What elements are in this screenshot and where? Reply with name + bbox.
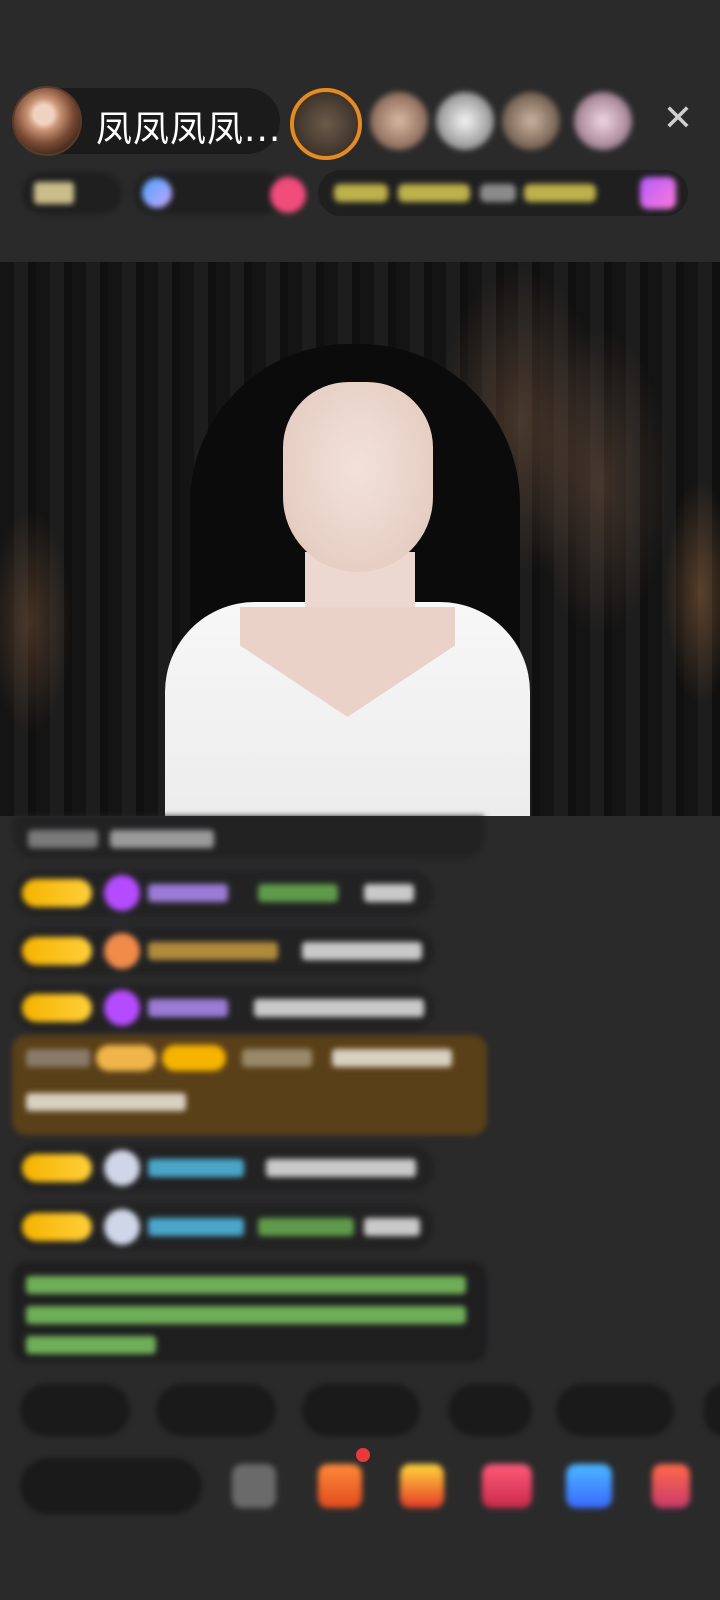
top-viewer-avatar[interactable] — [502, 92, 560, 150]
streamer-face — [283, 382, 433, 572]
ranking-icon — [34, 182, 74, 204]
host-avatar[interactable] — [12, 86, 82, 156]
game-icon[interactable] — [566, 1464, 612, 1508]
quick-reply-button[interactable] — [156, 1384, 276, 1436]
lottery-icon[interactable] — [482, 1464, 532, 1508]
chat-message[interactable] — [14, 816, 484, 858]
system-notice — [12, 1262, 487, 1362]
highlight-message[interactable] — [12, 1035, 487, 1135]
top-viewer-avatar[interactable] — [436, 92, 494, 150]
activity-text — [524, 184, 596, 202]
gift-icon[interactable] — [400, 1464, 444, 1508]
emoji-icon[interactable] — [232, 1464, 276, 1508]
activity-text — [398, 184, 470, 202]
chat-message[interactable] — [14, 928, 434, 974]
popularity-icon — [142, 178, 172, 208]
chat-message[interactable] — [14, 870, 434, 916]
live-video[interactable] — [0, 262, 720, 816]
quick-reply-button[interactable] — [20, 1384, 130, 1436]
chat-message[interactable] — [14, 985, 434, 1031]
top-viewer-avatar[interactable] — [290, 88, 362, 160]
chat-input[interactable] — [20, 1458, 202, 1514]
notification-dot — [356, 1448, 370, 1462]
chat-message[interactable] — [14, 1204, 434, 1250]
host-name[interactable]: 凤凤凤凤... — [96, 100, 281, 152]
quick-reply-button[interactable] — [302, 1384, 420, 1436]
quick-reply-button[interactable] — [704, 1384, 720, 1436]
more-icon[interactable] — [652, 1464, 690, 1508]
quick-reply-button[interactable] — [448, 1384, 532, 1436]
hot-icon[interactable] — [270, 177, 306, 213]
activity-text — [480, 184, 516, 202]
gift-box-icon[interactable] — [318, 1464, 362, 1508]
top-viewer-avatar[interactable] — [574, 92, 632, 150]
activity-text — [334, 184, 388, 202]
top-viewer-avatar[interactable] — [370, 92, 428, 150]
chat-message[interactable] — [14, 1145, 434, 1191]
activity-icon — [640, 177, 676, 209]
quick-reply-button[interactable] — [556, 1384, 674, 1436]
close-icon[interactable]: ✕ — [660, 101, 696, 137]
